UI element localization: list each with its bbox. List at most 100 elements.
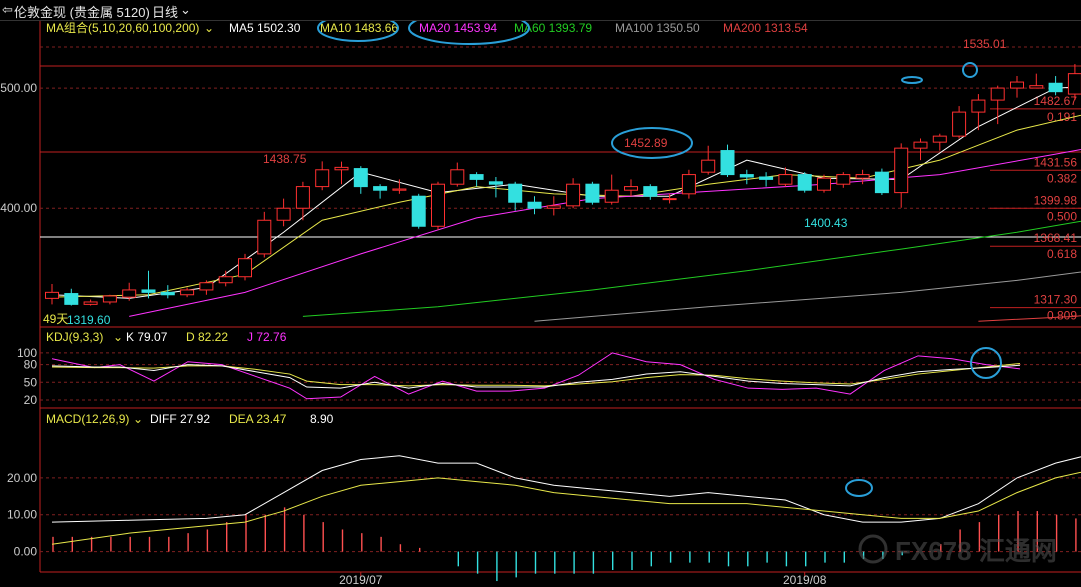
top-bar: ⇦ 伦敦金现 (贵金属 5120) 日线 ⌄ [0,0,1081,21]
fib-price-label: 1317.30 [1034,293,1078,307]
peak2-price-label: 1452.89 [624,136,668,150]
candle-body [836,174,851,185]
ma20-legend: MA20 1453.94 [419,21,497,35]
fib-ratio-label: 0.382 [1047,171,1077,185]
candle-body [431,183,445,227]
candle-body [199,282,214,291]
candle-body [1048,82,1063,93]
candle-body [952,111,967,137]
period-caret-icon[interactable]: ⌄ [180,2,191,18]
macd-caret-icon[interactable]: ⌄ [133,412,143,426]
fib-price-label: 1368.41 [1034,231,1078,245]
macd-diff-legend: DIFF 27.92 [150,412,210,426]
candle-body [855,174,870,179]
candle-body [180,289,195,296]
candle-body [469,174,484,180]
candle-body [122,289,137,298]
kdj-k-legend: K 79.07 [126,330,168,344]
start-label-prefix: 49天 [43,312,68,326]
candle-body [894,147,909,194]
candle-body [218,276,233,284]
candle-body [566,183,581,207]
kdj-d-legend: D 82.22 [186,330,228,344]
ma10-legend: MA10 1483.66 [320,21,398,35]
candle-body [353,168,368,188]
candle-body [334,166,349,171]
candle-body [643,186,658,197]
candle-body [1029,85,1044,89]
candle-body [315,169,330,188]
candle-body [160,291,175,296]
kdj-tick-label: 20 [24,393,38,407]
candle-body [797,174,812,191]
candle-body [1010,81,1024,89]
candle-body [546,205,561,209]
candle-body [874,171,889,194]
candle-body [83,301,98,305]
candle-body [604,189,619,203]
ma200-legend: MA200 1313.54 [723,21,808,35]
price-tick-label: 400.00 [0,201,37,215]
candle-body [238,258,252,278]
candle-body [739,174,754,178]
macd-value-legend: 8.90 [310,412,334,426]
candle-body [759,176,774,180]
low-price-label: 1400.43 [804,216,848,230]
svg-text:FX678 汇通网: FX678 汇通网 [895,536,1057,566]
back-arrow-icon[interactable]: ⇦ [2,2,13,18]
candle-body [971,99,986,113]
date-tick-label: 2019/08 [783,573,827,587]
candle-body [527,201,542,209]
fib-price-label: 1431.56 [1034,155,1078,169]
candle-body [817,177,831,191]
candle-body [392,188,407,191]
candle-body [45,291,59,299]
candle-body [102,295,117,303]
candle-body [295,186,310,209]
macd-legend-label[interactable]: MACD(12,26,9) [46,412,129,426]
candle-body [411,195,426,227]
macd-tick-label: 10.00 [7,508,37,522]
chart-svg: 1482.670.1911431.560.3821399.980.5001368… [0,0,1081,587]
macd-tick-label: 0.00 [14,545,38,559]
ma100-legend: MA100 1350.50 [615,21,700,35]
fib-price-label: 1399.98 [1034,193,1078,207]
ma-legend-label[interactable]: MA组合(5,10,20,60,100,200) [46,20,199,35]
date-tick-label: 2019/07 [339,573,383,587]
ma5-legend: MA5 1502.30 [229,21,301,35]
candle-body [932,135,947,143]
peak1-price-label: 1438.75 [263,152,307,166]
candle-body [624,186,638,191]
candle-body [276,207,291,221]
fib-ratio-label: 0.618 [1047,247,1077,261]
candle-body [701,159,716,173]
candle-body [1067,73,1081,95]
candle-body [778,174,793,185]
candle-body [450,169,465,185]
kdj-tick-label: 80 [24,358,38,372]
period-selector[interactable]: 日线 [152,2,178,21]
candle-body [681,174,696,195]
kdj-tick-label: 50 [24,375,38,389]
ma-legend-caret-icon[interactable]: ⌄ [204,21,214,35]
kdj-j-legend: J 72.76 [247,330,287,344]
candle-body [508,183,523,203]
macd-dea-legend: DEA 23.47 [229,412,287,426]
macd-tick-label: 20.00 [7,471,37,485]
candle-body [64,293,79,305]
high-price-label: 1535.01 [963,37,1007,51]
candle-body [257,219,272,255]
candle-body [373,186,388,191]
candle-body [990,87,1005,101]
kdj-legend-label[interactable]: KDJ(9,3,3) [46,330,103,344]
candle-body [913,141,928,149]
fib-ratio-label: 0.500 [1047,209,1077,223]
candle-body [585,183,600,203]
candle-body [488,181,503,185]
fib-ratio-label: 0.809 [1047,309,1077,323]
start-price-label: 1319.60 [67,313,111,327]
candle-body [141,289,156,293]
kdj-caret-icon[interactable]: ⌄ [113,330,123,344]
candle-body [662,198,677,201]
price-tick-label: 500.00 [0,81,37,95]
